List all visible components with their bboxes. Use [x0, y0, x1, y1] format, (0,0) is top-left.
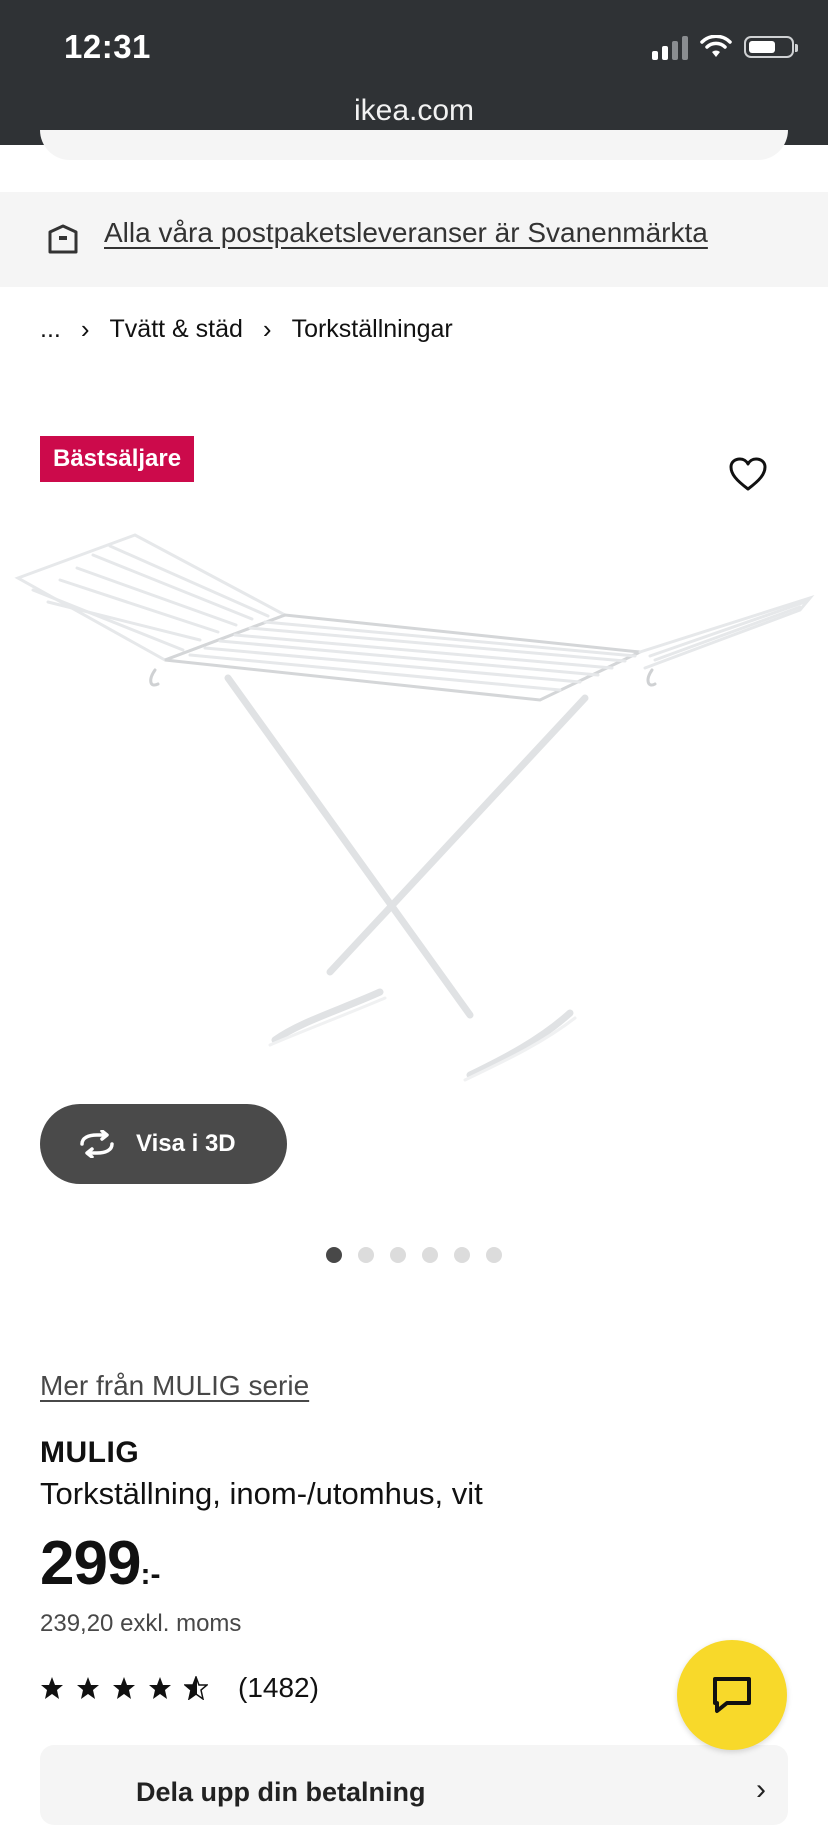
- status-and-url-bar: 12:31 ikea.com: [0, 0, 828, 145]
- gallery-dot[interactable]: [358, 1247, 374, 1263]
- breadcrumb-item-drying-racks[interactable]: Torkställningar: [292, 315, 453, 344]
- chevron-right-icon: ›: [756, 1773, 766, 1806]
- search-bar-remnant: [40, 130, 788, 160]
- series-link[interactable]: Mer från MULIG serie: [40, 1370, 309, 1402]
- chat-button[interactable]: [677, 1640, 787, 1750]
- breadcrumb: ... › Tvätt & städ › Torkställningar: [40, 314, 453, 345]
- breadcrumb-ellipsis[interactable]: ...: [40, 315, 61, 344]
- product-name: MULIG: [40, 1436, 140, 1469]
- box-icon: [48, 224, 78, 254]
- chevron-right-icon: ›: [262, 314, 272, 344]
- price-amount: 299: [40, 1529, 141, 1598]
- product-description: Torkställning, inom-/utomhus, vit: [40, 1476, 483, 1511]
- chat-icon: [713, 1677, 751, 1713]
- heart-icon[interactable]: [728, 456, 768, 492]
- gallery-dot[interactable]: [486, 1247, 502, 1263]
- payment-split-label: Dela upp din betalning: [136, 1777, 426, 1807]
- view-3d-button[interactable]: Visa i 3D: [40, 1104, 287, 1184]
- star-icon: [149, 1677, 171, 1699]
- gallery-dot[interactable]: [390, 1247, 406, 1263]
- breadcrumb-item-laundry[interactable]: Tvätt & städ: [110, 315, 243, 344]
- rating-count: (1482): [238, 1672, 319, 1703]
- gallery-dot[interactable]: [326, 1247, 342, 1263]
- product-image[interactable]: [0, 510, 828, 1100]
- half-star-icon: [184, 1676, 208, 1700]
- bestseller-badge: Bästsäljare: [40, 436, 195, 482]
- delivery-banner-link[interactable]: Alla våra postpaketsleveranser är Svanen…: [104, 217, 708, 249]
- status-icons: [652, 34, 798, 60]
- product-price: 299:-: [40, 1528, 160, 1599]
- product-rating[interactable]: (1482): [40, 1672, 319, 1704]
- delivery-banner: Alla våra postpaketsleveranser är Svanen…: [0, 192, 828, 287]
- price-excl-vat: 239,20 exkl. moms: [40, 1610, 242, 1637]
- star-icon: [77, 1677, 99, 1699]
- url-bar[interactable]: ikea.com: [0, 94, 828, 128]
- battery-icon: [744, 36, 798, 58]
- star-icon: [113, 1677, 135, 1699]
- price-suffix: :-: [140, 1558, 161, 1591]
- star-icon: [41, 1677, 63, 1699]
- view-3d-label: Visa i 3D: [136, 1130, 236, 1157]
- rotate-3d-icon: [80, 1130, 114, 1158]
- gallery-pagination: [326, 1247, 502, 1263]
- wifi-icon: [700, 35, 732, 57]
- gallery-dot[interactable]: [422, 1247, 438, 1263]
- status-time: 12:31: [64, 28, 151, 65]
- chevron-right-icon: ›: [80, 314, 90, 344]
- payment-split-card[interactable]: Dela upp din betalning ›: [40, 1745, 788, 1825]
- signal-icon: [652, 34, 688, 60]
- gallery-dot[interactable]: [454, 1247, 470, 1263]
